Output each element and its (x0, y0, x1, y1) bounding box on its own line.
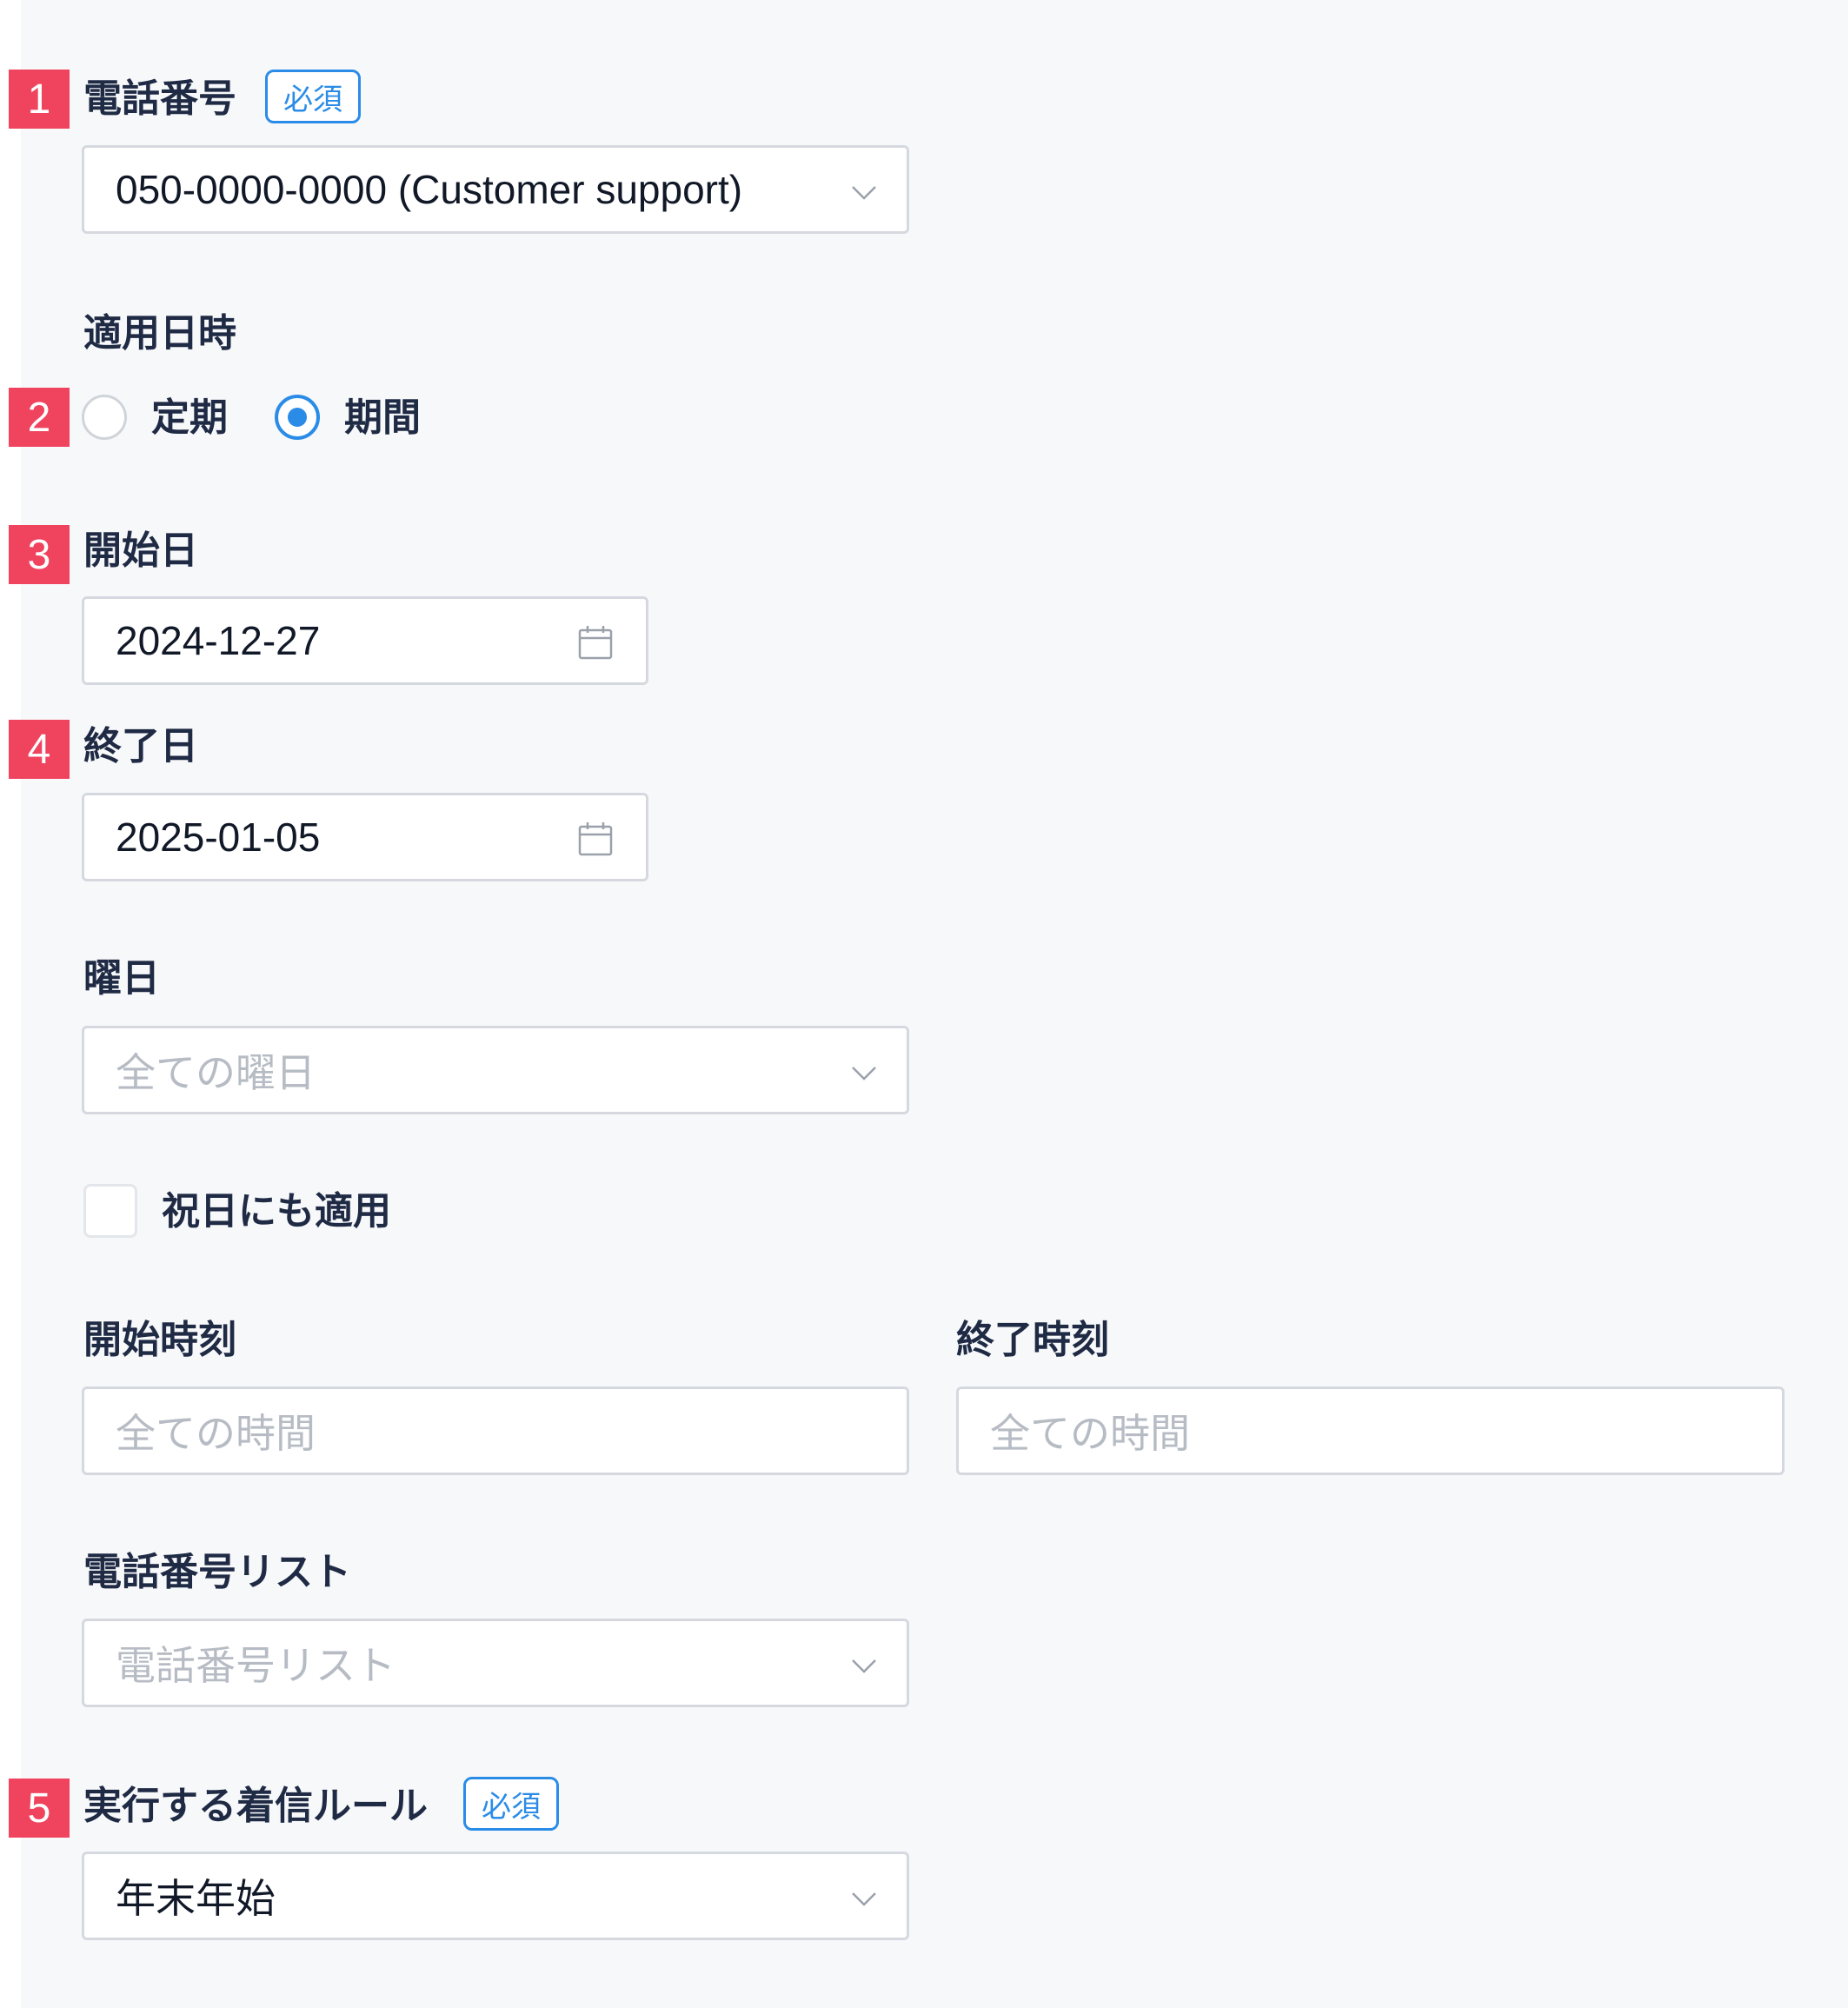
start-date-label: 開始日 (83, 529, 198, 573)
incoming-rule-label: 実行する着信ルール (83, 1784, 428, 1828)
radio-period[interactable] (275, 395, 320, 440)
radio-periodic[interactable] (82, 395, 127, 440)
phone-list-label: 電話番号リスト (83, 1550, 351, 1594)
phone-list-select[interactable]: 電話番号リスト (82, 1619, 909, 1707)
phone-number-select[interactable]: 050-0000-0000 (Customer support) (82, 145, 909, 234)
step-marker-3: 3 (9, 525, 70, 584)
incoming-rule-select[interactable]: 年末年始 (82, 1852, 909, 1940)
chevron-down-icon (852, 1067, 876, 1080)
incoming-rule-value: 年末年始 (116, 1876, 276, 1921)
start-time-placeholder: 全ての時間 (116, 1410, 316, 1457)
end-time-placeholder: 全ての時間 (990, 1410, 1190, 1457)
apply-datetime-label: 適用日時 (83, 311, 236, 356)
start-date-value: 2024-12-27 (116, 618, 321, 663)
step-marker-2: 2 (9, 388, 70, 447)
phone-number-label: 電話番号 (83, 76, 236, 121)
step-marker-1: 1 (9, 70, 70, 129)
required-badge: 必須 (463, 1777, 559, 1831)
chevron-down-icon (852, 1659, 876, 1673)
step-marker-5: 5 (9, 1779, 70, 1838)
required-badge: 必須 (265, 70, 361, 123)
weekday-label: 曜日 (83, 956, 160, 1001)
end-date-label: 終了日 (83, 724, 198, 768)
chevron-down-icon (852, 1892, 876, 1906)
phone-number-value: 050-0000-0000 (Customer support) (116, 167, 743, 212)
calendar-icon[interactable] (576, 820, 615, 858)
step-marker-4: 4 (9, 720, 70, 779)
phone-list-placeholder: 電話番号リスト (116, 1642, 396, 1689)
chevron-down-icon (852, 186, 876, 200)
calendar-icon[interactable] (576, 623, 615, 662)
end-date-input[interactable]: 2025-01-05 (82, 793, 648, 881)
weekday-placeholder: 全ての曜日 (116, 1049, 316, 1096)
end-time-label: 終了時刻 (956, 1318, 1109, 1362)
start-time-input[interactable]: 全ての時間 (82, 1386, 909, 1475)
end-date-value: 2025-01-05 (116, 815, 321, 860)
start-date-input[interactable]: 2024-12-27 (82, 596, 648, 685)
start-time-label: 開始時刻 (83, 1318, 236, 1362)
holiday-checkbox-label: 祝日にも適用 (162, 1189, 391, 1233)
weekday-select[interactable]: 全ての曜日 (82, 1026, 909, 1114)
radio-periodic-label: 定期 (151, 396, 228, 440)
end-time-input[interactable]: 全ての時間 (956, 1386, 1785, 1475)
holiday-checkbox[interactable] (83, 1184, 137, 1238)
radio-period-label: 期間 (344, 396, 421, 440)
